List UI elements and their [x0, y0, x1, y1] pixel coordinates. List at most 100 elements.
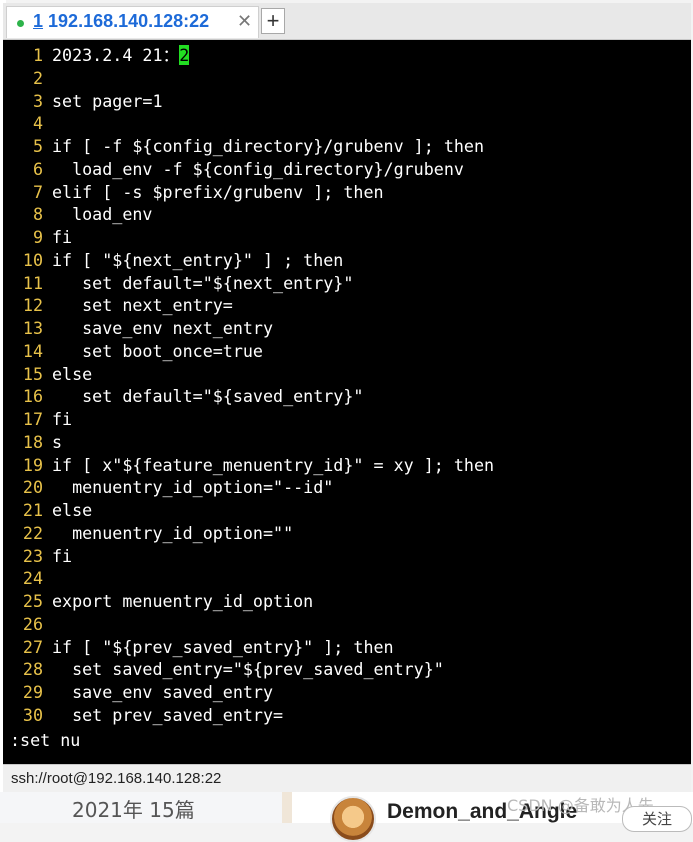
line-number: 19 [22, 454, 43, 475]
terminal-view[interactable]: :set nu 1 2023.2.4 21：2 2 3 set pager=1 4 5 if … [3, 40, 691, 764]
line-content: if [ -f ${config_directory}/grubenv ]; t… [52, 136, 485, 156]
terminal-line: 30 set prev_saved_entry= [3, 704, 283, 726]
terminal-line: 14 set boot_once=true [3, 340, 263, 362]
terminal-line: 7 elif [ -s $prefix/grubenv ]; then [3, 181, 384, 203]
terminal-line: 25 export menuentry_id_option [3, 590, 313, 612]
terminal-line: 12 set next_entry= [3, 294, 233, 316]
line-number: 6 [32, 158, 43, 179]
line-number: 18 [22, 431, 43, 452]
terminal-line: 24 [3, 567, 52, 589]
line-number: 2 [32, 67, 43, 88]
author-avatar[interactable] [330, 796, 376, 842]
line-content: load_env -f ${config_directory}/grubenv [52, 158, 464, 179]
terminal-line: 26 [3, 613, 52, 635]
line-number: 28 [22, 659, 43, 680]
line-number: 5 [32, 136, 43, 156]
terminal-line: 22 menuentry_id_option="" [3, 522, 293, 544]
line-number: 26 [22, 613, 43, 634]
line-number: 8 [32, 204, 43, 225]
line-content: set prev_saved_entry= [52, 704, 284, 725]
terminal-line: 2 [3, 67, 52, 89]
line-number: 22 [22, 522, 43, 543]
line-content: set boot_once=true [52, 340, 263, 361]
text-cursor: 2 [179, 45, 190, 65]
line-content: if [ "${prev_saved_entry}" ]; then [52, 636, 394, 657]
terminal-line: 1 2023.2.4 21：2 [3, 44, 190, 66]
line-number: 21 [22, 500, 43, 520]
line-number: 3 [32, 90, 43, 111]
line-content: load_env [52, 204, 153, 225]
line-content: fi [52, 409, 73, 429]
line-content [43, 614, 52, 634]
line-number: 1 [32, 45, 43, 65]
line-content: s [52, 431, 63, 452]
line-number: 16 [22, 386, 43, 407]
line-number: 7 [32, 181, 43, 202]
line-number: 17 [22, 409, 43, 429]
line-content: 2023.2.4 21： [52, 45, 180, 65]
terminal-line: 28 set saved_entry="${prev_saved_entry}" [3, 658, 444, 680]
line-content: save_env next_entry [52, 318, 274, 338]
background-year-count: 2021年 15篇 [72, 798, 195, 822]
line-number: 27 [22, 636, 43, 657]
terminal-line: 23 fi [3, 545, 72, 567]
line-number: 12 [22, 295, 43, 316]
line-number: 15 [22, 363, 43, 384]
terminal-line: 13 save_env next_entry [3, 317, 273, 339]
tab-number: 1 [33, 11, 44, 31]
line-content: save_env saved_entry [52, 682, 274, 702]
line-number: 24 [22, 568, 43, 589]
line-number: 10 [22, 249, 43, 270]
terminal-line: 18 s [3, 431, 62, 453]
status-bar: ssh://root@192.168.140.128:22 [3, 764, 691, 792]
line-content: set saved_entry="${prev_saved_entry}" [52, 659, 444, 680]
terminal-line: 16 set default="${saved_entry}" [3, 385, 364, 407]
line-number: 13 [22, 318, 43, 338]
tab-title[interactable]: 1 192.168.140.128:22 [33, 11, 209, 32]
line-number: 4 [32, 113, 43, 134]
terminal-line: 8 load_env [3, 203, 153, 225]
tab-host: 192.168.140.128:22 [48, 11, 210, 31]
terminal-line: 5 if [ -f ${config_directory}/grubenv ]; … [3, 135, 484, 157]
line-content: if [ x"${feature_menuentry_id}" = xy ]; … [52, 454, 495, 475]
terminal-line: 21 else [3, 499, 92, 521]
line-content: export menuentry_id_option [52, 591, 314, 611]
follow-button[interactable]: 关注 [622, 806, 692, 832]
terminal-line: 9 fi [3, 226, 72, 248]
line-number: 11 [22, 272, 43, 293]
terminal-line: 17 fi [3, 408, 72, 430]
terminal-line: 20 menuentry_id_option="--id" [3, 476, 333, 498]
line-content: elif [ -s $prefix/grubenv ]; then [52, 181, 384, 202]
connection-status-icon [17, 20, 24, 27]
line-content: set default="${next_entry}" [52, 272, 354, 293]
terminal-line: 6 load_env -f ${config_directory}/gruben… [3, 158, 464, 180]
terminal-line: 4 [3, 112, 52, 134]
line-content: set pager=1 [52, 90, 163, 111]
line-content [43, 113, 52, 133]
line-content: fi [52, 227, 73, 247]
line-content: if [ "${next_entry}" ] ; then [52, 249, 344, 270]
terminal-line: 27 if [ "${prev_saved_entry}" ]; then [3, 636, 394, 658]
close-tab-icon[interactable]: ✕ [237, 11, 252, 32]
line-content: menuentry_id_option="" [52, 522, 294, 543]
line-number: 20 [22, 477, 43, 498]
line-content: else [52, 500, 93, 520]
line-content: else [52, 363, 93, 384]
terminal-line: 15 else [3, 363, 92, 385]
line-number: 29 [22, 682, 43, 702]
background-page-divider [282, 792, 292, 823]
session-tab[interactable]: 1 192.168.140.128:22 ✕ [6, 6, 259, 38]
terminal-line: 3 set pager=1 [3, 90, 163, 112]
connection-address: ssh://root@192.168.140.128:22 [11, 770, 222, 787]
line-content [43, 568, 52, 588]
tab-bar: 1 192.168.140.128:22 ✕ + [3, 3, 691, 40]
line-number: 25 [22, 591, 43, 611]
line-content: set default="${saved_entry}" [52, 386, 364, 407]
new-tab-button[interactable]: + [261, 8, 285, 34]
line-number: 23 [22, 545, 43, 566]
vim-command-line[interactable]: :set nu [10, 729, 80, 751]
terminal-line: 29 save_env saved_entry [3, 681, 273, 703]
terminal-line: 11 set default="${next_entry}" [3, 272, 354, 294]
line-content: fi [52, 545, 73, 566]
line-number: 9 [32, 227, 43, 247]
